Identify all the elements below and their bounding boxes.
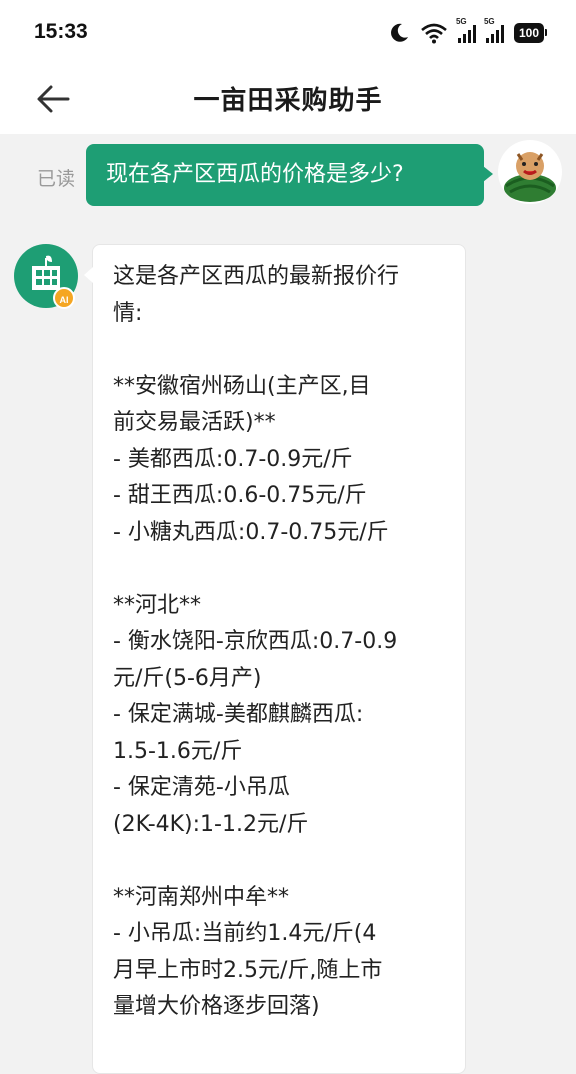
ai-message-line: **安徽宿州砀山(主产区,目 <box>113 373 371 399</box>
ai-message-line: - 小吊瓜:当前约1.4元/斤(4 <box>113 921 377 946</box>
page-title: 一亩田采购助手 <box>193 86 383 116</box>
ai-message-line: - 甜王西瓜:0.6-0.75元/斤 <box>113 483 367 508</box>
watermelon-mascot-icon <box>504 152 556 202</box>
wifi-icon <box>421 23 447 44</box>
network-type-label: 5G <box>483 17 495 26</box>
ai-message-line <box>113 332 445 369</box>
app-header: 一亩田采购助手 <box>0 64 576 134</box>
ai-message-bubble[interactable]: 这是各产区西瓜的最新报价行 情: **安徽宿州砀山(主产区,目 前交易最活跃)*… <box>84 244 466 1074</box>
ai-message-line: **河南郑州中牟** <box>113 884 290 910</box>
moon-icon <box>391 23 408 42</box>
ai-message-line: 量增大价格逐步回落) <box>113 994 320 1019</box>
user-avatar[interactable] <box>498 140 562 204</box>
status-icons: 5G 5G 100 <box>388 17 548 46</box>
ai-message-line: **河北** <box>113 592 202 618</box>
network-type-label: 5G <box>455 17 467 26</box>
ai-message-line: (2K-4K):1-1.2元/斤 <box>113 811 309 837</box>
chat-area[interactable]: 已读 现在各产区西瓜的价格是多少? AI 这是各产区西瓜的最新报价行 情: **… <box>0 134 576 1074</box>
status-time: 15:33 <box>34 20 88 43</box>
ai-message-line <box>113 551 445 588</box>
ai-message-line: 情: <box>113 300 143 326</box>
ai-message-line: 月早上市时2.5元/斤,随上市 <box>113 957 383 983</box>
ai-message-line: 这是各产区西瓜的最新报价行 <box>113 264 400 289</box>
ai-message-line: - 保定满城-美都麒麟西瓜: <box>113 702 364 727</box>
ai-message-line: - 小糖丸西瓜:0.7-0.75元/斤 <box>113 519 389 545</box>
signal-icon: 5G <box>456 17 476 43</box>
ai-message-line: 前交易最活跃)** <box>113 410 276 435</box>
ai-message-line: - 美都西瓜:0.7-0.9元/斤 <box>113 446 353 472</box>
ai-badge: AI <box>53 287 75 309</box>
user-message-bubble[interactable]: 现在各产区西瓜的价格是多少? <box>86 144 493 206</box>
ai-message-line <box>113 843 445 880</box>
ai-message-line: 元/斤(5-6月产) <box>113 665 262 691</box>
ai-message-line: - 保定清苑-小吊瓜 <box>113 775 290 800</box>
signal-icon: 5G <box>484 17 504 43</box>
ai-message-line: - 衡水饶阳-京欣西瓜:0.7-0.9 <box>113 629 398 654</box>
battery-icon: 100 <box>513 23 548 43</box>
read-receipt: 已读 <box>37 168 76 190</box>
status-bar: 15:33 5G 5G 100 <box>0 0 576 64</box>
ai-message-line: 1.5-1.6元/斤 <box>113 738 243 764</box>
